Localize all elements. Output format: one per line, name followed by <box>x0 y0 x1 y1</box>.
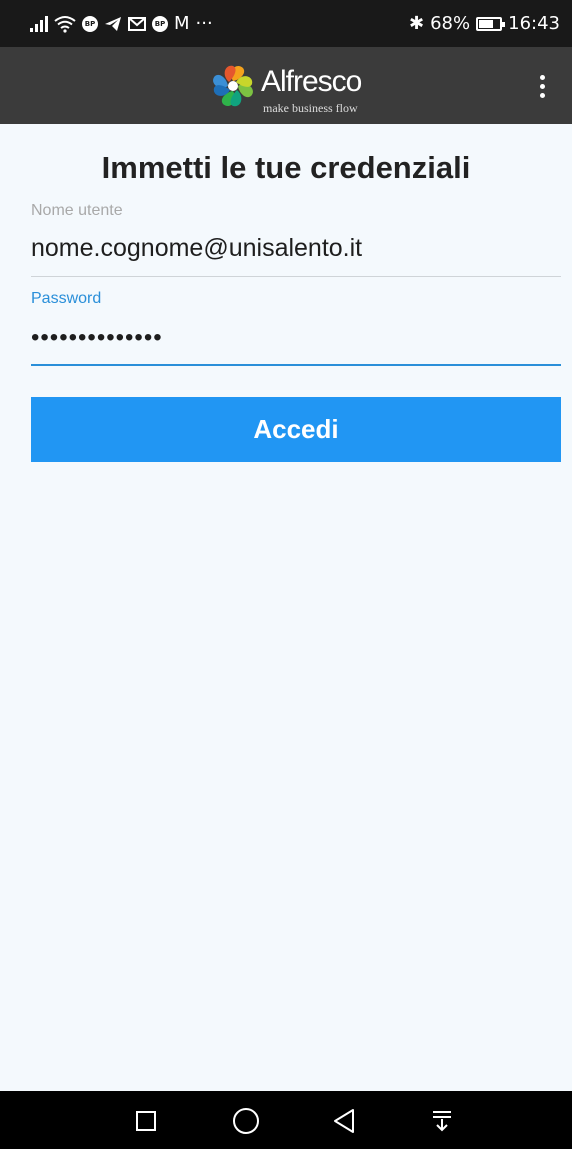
alfresco-logo: Alfresco make business flow <box>207 55 362 117</box>
username-input[interactable] <box>31 228 561 268</box>
battery-percent: 68% <box>430 13 471 34</box>
alfresco-flower-icon <box>213 65 253 107</box>
mcdonalds-icon: M <box>174 13 190 34</box>
page-title: Immetti le tue credenziali <box>101 150 471 185</box>
logo-name: Alfresco <box>261 65 362 98</box>
password-underline <box>31 364 561 366</box>
screen: BP BP M ··· ✱ 68% 16:43 Alfresco make bu… <box>0 0 572 1149</box>
app-header: Alfresco make business flow <box>0 47 572 124</box>
login-button[interactable]: Accedi <box>31 397 561 462</box>
signal-icon <box>30 15 48 32</box>
battery-icon <box>476 16 506 31</box>
more-notifications-icon: ··· <box>195 13 213 34</box>
system-status: ✱ 68% 16:43 <box>409 13 560 34</box>
status-bar: BP BP M ··· ✱ 68% 16:43 <box>0 0 572 47</box>
wifi-icon <box>54 15 76 33</box>
logo-tagline: make business flow <box>263 101 358 115</box>
gmail-icon <box>128 16 146 31</box>
telegram-icon <box>104 16 122 32</box>
bp-app-icon: BP <box>152 15 168 32</box>
navigation-bar <box>0 1091 572 1149</box>
battery-level <box>479 19 493 28</box>
clock: 16:43 <box>508 13 560 34</box>
username-underline <box>31 276 561 277</box>
bp-app-icon: BP <box>82 15 98 32</box>
home-icon[interactable] <box>232 1107 260 1135</box>
notification-icons: BP BP M ··· <box>30 13 213 34</box>
more-vertical-icon[interactable] <box>532 69 552 103</box>
password-input[interactable]: •••••••••••••• <box>31 318 561 358</box>
username-label: Nome utente <box>31 202 123 219</box>
bluetooth-icon: ✱ <box>409 13 425 34</box>
back-icon[interactable] <box>330 1107 358 1135</box>
password-label: Password <box>31 290 102 307</box>
recent-apps-icon[interactable] <box>132 1107 160 1135</box>
notifications-pulldown-icon[interactable] <box>428 1107 456 1135</box>
